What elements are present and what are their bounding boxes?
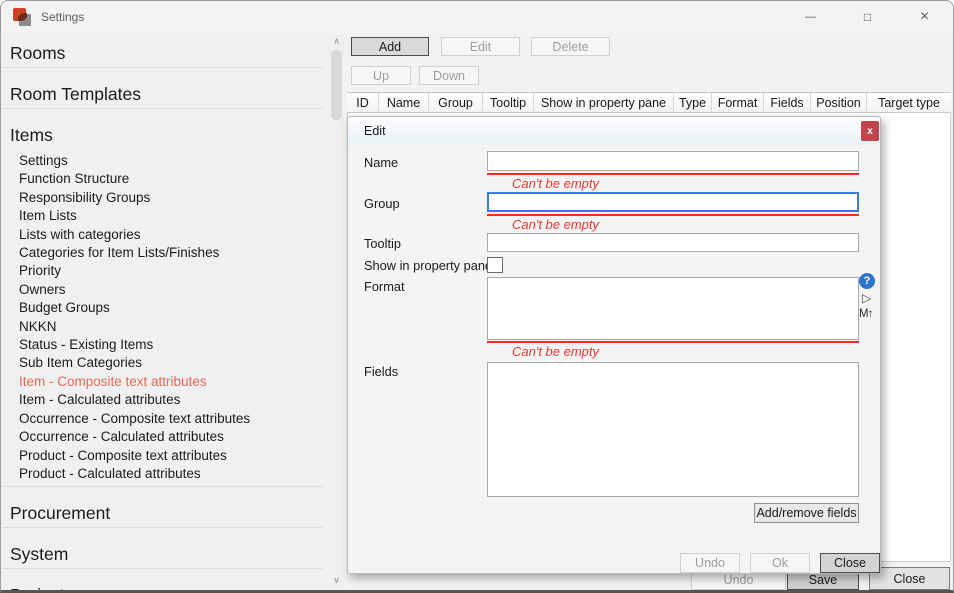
column-header-show-in-property-pane[interactable]: Show in property pane bbox=[534, 93, 674, 112]
delete-button: Delete bbox=[531, 37, 610, 56]
sidebar-item-item-calculated-attributes[interactable]: Item - Calculated attributes bbox=[2, 391, 323, 409]
up-button: Up bbox=[351, 66, 411, 85]
column-header-fields[interactable]: Fields bbox=[764, 93, 811, 112]
group-validation-message: Can't be empty bbox=[512, 217, 599, 232]
edit-dialog-close-icon[interactable]: x bbox=[861, 121, 879, 141]
sidebar-item-occurrence-calculated-attributes[interactable]: Occurrence - Calculated attributes bbox=[2, 428, 323, 446]
macro-up-icon[interactable]: M↑ bbox=[859, 308, 872, 320]
name-label: Name bbox=[364, 155, 398, 170]
sidebar-section-rooms: Rooms bbox=[2, 43, 323, 68]
scroll-up-icon[interactable]: ∧ bbox=[329, 36, 344, 47]
sidebar-item-categories-for-item-lists[interactable]: Categories for Item Lists/Finishes bbox=[2, 244, 323, 262]
format-label: Format bbox=[364, 279, 405, 294]
sidebar-item-status-existing-items[interactable]: Status - Existing Items bbox=[2, 336, 323, 354]
column-header-format[interactable]: Format bbox=[712, 93, 764, 112]
sidebar-item-product-calculated-attributes[interactable]: Product - Calculated attributes bbox=[2, 465, 323, 483]
show-in-property-pane-checkbox[interactable] bbox=[487, 257, 503, 273]
titlebar: Settings — □ × bbox=[1, 1, 953, 33]
attributes-table-header: ID Name Group Tooltip Show in property p… bbox=[347, 92, 951, 113]
group-label: Group bbox=[364, 196, 400, 211]
sidebar-item-priority[interactable]: Priority bbox=[2, 262, 323, 280]
sidebar-item-lists-with-categories[interactable]: Lists with categories bbox=[2, 226, 323, 244]
sidebar-scrollbar[interactable]: ∧ ∨ bbox=[329, 34, 344, 590]
sidebar-section-items: Items bbox=[2, 125, 323, 149]
minimize-icon[interactable]: — bbox=[782, 1, 839, 33]
settings-window: Settings — □ × Rooms Room Templates Item… bbox=[0, 0, 954, 593]
fields-list-box[interactable] bbox=[487, 362, 859, 497]
scrollbar-thumb[interactable] bbox=[331, 50, 342, 120]
format-validation-message: Can't be empty bbox=[512, 344, 599, 359]
sidebar-item-settings[interactable]: Settings bbox=[2, 152, 323, 170]
format-field[interactable] bbox=[487, 277, 859, 340]
column-header-group[interactable]: Group bbox=[429, 93, 483, 112]
scroll-down-icon[interactable]: ∨ bbox=[329, 575, 344, 586]
app-logo-icon bbox=[13, 8, 31, 26]
tooltip-label: Tooltip bbox=[364, 236, 401, 251]
sidebar-section-procurement: Procurement bbox=[2, 503, 323, 528]
items-subsection-list: Settings Function Structure Responsibili… bbox=[2, 149, 323, 487]
column-header-name[interactable]: Name bbox=[379, 93, 429, 112]
sidebar-item-owners[interactable]: Owners bbox=[2, 281, 323, 299]
help-icon[interactable]: ? bbox=[859, 273, 875, 289]
window-title: Settings bbox=[41, 10, 84, 24]
edit-dialog-title: Edit bbox=[364, 124, 386, 138]
tooltip-field[interactable] bbox=[487, 233, 859, 252]
edit-dialog-titlebar: Edit x bbox=[348, 117, 880, 145]
dialog-close-button[interactable]: Close bbox=[820, 553, 880, 573]
close-window-icon[interactable]: × bbox=[896, 1, 953, 33]
dialog-undo-button: Undo bbox=[680, 553, 740, 573]
column-header-target-type[interactable]: Target type bbox=[867, 93, 951, 112]
column-header-id[interactable]: ID bbox=[347, 93, 379, 112]
dialog-ok-button: Ok bbox=[750, 553, 810, 573]
column-header-position[interactable]: Position bbox=[811, 93, 867, 112]
window-controls: — □ × bbox=[782, 1, 953, 33]
sidebar-item-item-composite-text-attributes[interactable]: Item - Composite text attributes bbox=[2, 373, 323, 391]
maximize-icon[interactable]: □ bbox=[839, 1, 896, 33]
sidebar-item-item-lists[interactable]: Item Lists bbox=[2, 207, 323, 225]
sidebar-item-budget-groups[interactable]: Budget Groups bbox=[2, 299, 323, 317]
add-button[interactable]: Add bbox=[351, 37, 429, 56]
edit-button: Edit bbox=[441, 37, 520, 56]
name-field[interactable] bbox=[487, 151, 859, 171]
group-error-underline bbox=[487, 214, 859, 216]
sidebar-item-occurrence-composite-text-attributes[interactable]: Occurrence - Composite text attributes bbox=[2, 410, 323, 428]
name-validation-message: Can't be empty bbox=[512, 176, 599, 191]
sidebar-section-system: System bbox=[2, 544, 323, 569]
edit-dialog: Edit x Name Can't be empty Group Can't b… bbox=[347, 116, 881, 574]
fields-label: Fields bbox=[364, 364, 398, 379]
close-settings-button[interactable]: Close bbox=[869, 567, 950, 590]
show-in-property-pane-label: Show in property pane bbox=[364, 258, 492, 273]
column-header-tooltip[interactable]: Tooltip bbox=[483, 93, 534, 112]
group-field[interactable] bbox=[487, 192, 859, 212]
sidebar: Rooms Room Templates Items Settings Func… bbox=[2, 33, 329, 590]
sidebar-item-product-composite-text-attributes[interactable]: Product - Composite text attributes bbox=[2, 447, 323, 465]
sidebar-item-nkkn[interactable]: NKKN bbox=[2, 318, 323, 336]
sidebar-section-room-templates: Room Templates bbox=[2, 84, 323, 109]
sidebar-section-project: Project bbox=[2, 585, 323, 590]
add-remove-fields-button[interactable]: Add/remove fields bbox=[754, 503, 859, 523]
column-header-type[interactable]: Type bbox=[674, 93, 712, 112]
down-button: Down bbox=[419, 66, 479, 85]
name-error-underline bbox=[487, 173, 859, 175]
sidebar-item-function-structure[interactable]: Function Structure bbox=[2, 170, 323, 188]
format-error-underline bbox=[487, 341, 859, 343]
run-format-icon[interactable]: ▷ bbox=[862, 291, 871, 305]
sidebar-item-responsibility-groups[interactable]: Responsibility Groups bbox=[2, 189, 323, 207]
sidebar-item-sub-item-categories[interactable]: Sub Item Categories bbox=[2, 354, 323, 372]
